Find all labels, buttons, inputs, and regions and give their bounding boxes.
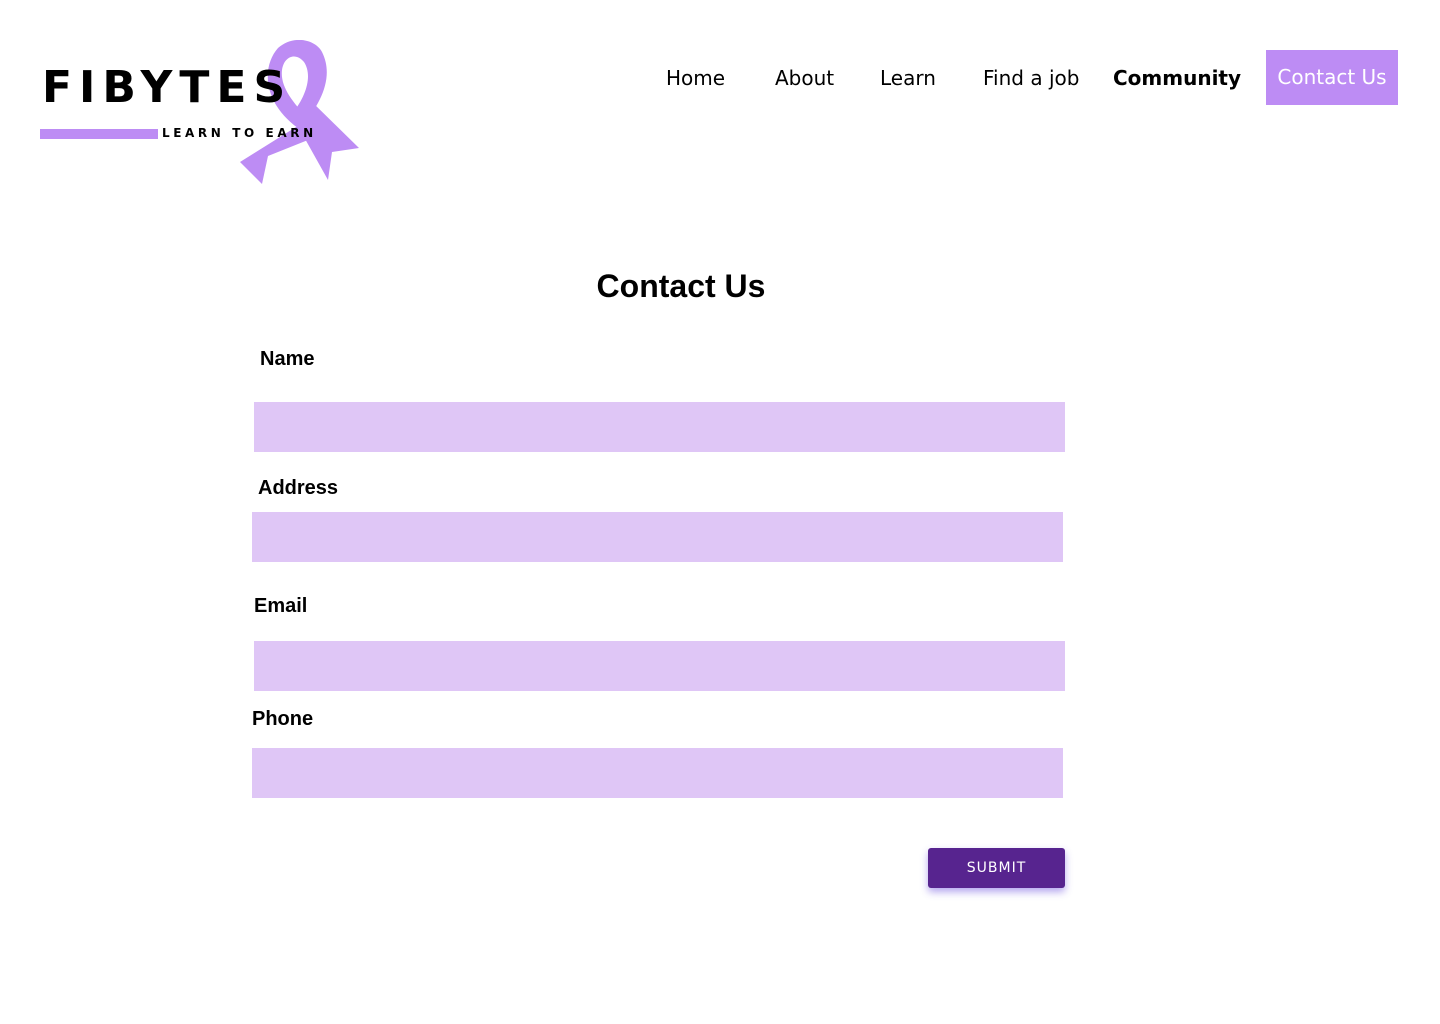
brand-tagline: LEARN TO EARN: [162, 126, 317, 140]
phone-input[interactable]: [252, 748, 1063, 798]
nav-contact-us-button[interactable]: Contact Us: [1266, 50, 1398, 105]
email-label: Email: [254, 595, 308, 617]
address-label: Address: [258, 477, 339, 499]
name-label: Name: [260, 348, 315, 370]
email-input[interactable]: [254, 641, 1065, 691]
nav-about[interactable]: About: [775, 66, 834, 90]
page-title: Contact Us: [596, 268, 766, 304]
phone-label: Phone: [252, 708, 314, 730]
nav-home[interactable]: Home: [666, 66, 725, 90]
nav-learn[interactable]: Learn: [880, 66, 936, 90]
contact-page: FIBYTES LEARN TO EARN Home About Learn F…: [0, 0, 1440, 1024]
brand-underline: [40, 129, 158, 139]
nav-find-a-job[interactable]: Find a job: [983, 66, 1079, 90]
name-input[interactable]: [254, 402, 1065, 452]
main-nav: Home About Learn Find a job Community Co…: [0, 50, 1440, 106]
address-input[interactable]: [252, 512, 1063, 562]
nav-community[interactable]: Community: [1113, 66, 1241, 90]
submit-button[interactable]: SUBMIT: [928, 848, 1065, 888]
